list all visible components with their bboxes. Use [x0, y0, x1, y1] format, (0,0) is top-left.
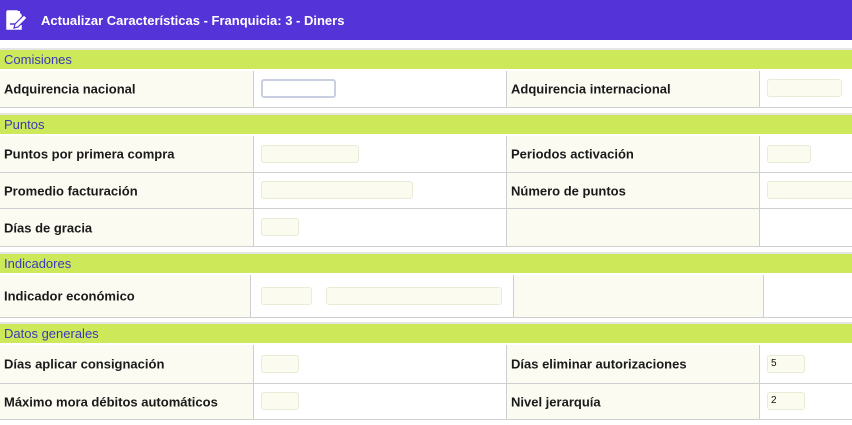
section-puntos: Puntos: [0, 113, 852, 134]
promedio-facturacion-input[interactable]: [261, 181, 413, 199]
nivel-jerarquia-input[interactable]: 2: [767, 392, 805, 410]
title-bar: Actualizar Características - Franquicia:…: [0, 0, 852, 40]
section-title: Puntos: [4, 117, 45, 132]
form-row: Promedio facturación Número de puntos: [0, 173, 852, 209]
form-row: Puntos por primera compra Periodos activ…: [0, 136, 852, 173]
field-value-cell: [253, 71, 506, 107]
empty-cell: [506, 209, 759, 246]
field-label-cell: Adquirencia internacional: [506, 71, 759, 107]
dias-eliminar-autorizaciones-input[interactable]: 5: [767, 355, 805, 373]
field-label-cell: Indicador económico: [0, 275, 250, 317]
edit-document-icon: [3, 6, 31, 34]
maximo-mora-label: Máximo mora débitos automáticos: [4, 394, 218, 409]
field-label-cell: Días de gracia: [0, 209, 253, 246]
form-row: Indicador económico: [0, 275, 852, 318]
empty-cell: [513, 275, 763, 317]
section-title: Comisiones: [4, 52, 72, 67]
promedio-facturacion-label: Promedio facturación: [4, 183, 138, 198]
form-row: Máximo mora débitos automáticos Nivel je…: [0, 384, 852, 420]
field-value-cell: [253, 173, 506, 208]
field-label-cell: Nivel jerarquía: [506, 384, 759, 419]
adquirencia-nacional-input[interactable]: [261, 79, 336, 98]
field-value-cell: [250, 275, 513, 317]
periodos-activacion-input[interactable]: [767, 145, 811, 163]
dias-aplicar-consignacion-label: Días aplicar consignación: [4, 356, 165, 372]
dias-aplicar-consignacion-input[interactable]: [261, 355, 299, 373]
field-label-cell: Máximo mora débitos automáticos: [0, 384, 253, 419]
section-title: Datos generales: [4, 326, 99, 341]
adquirencia-internacional-label: Adquirencia internacional: [511, 81, 671, 97]
field-value-cell: 5: [759, 345, 852, 383]
empty-cell: [763, 275, 852, 317]
field-label-cell: Promedio facturación: [0, 173, 253, 208]
dias-gracia-input[interactable]: [261, 218, 299, 236]
form-row: Adquirencia nacional Adquirencia interna…: [0, 71, 852, 108]
indicador-economico-description-input[interactable]: [326, 287, 502, 305]
field-value-cell: [253, 136, 506, 172]
field-value-cell: [253, 345, 506, 383]
section-title: Indicadores: [4, 256, 72, 271]
field-value-cell: [253, 384, 506, 419]
dias-gracia-label: Días de gracia: [4, 220, 93, 235]
page-title: Actualizar Características - Franquicia:…: [41, 12, 345, 28]
puntos-primera-compra-label: Puntos por primera compra: [4, 146, 175, 162]
field-value-cell: [759, 136, 852, 172]
form-row: Días aplicar consignación Días eliminar …: [0, 345, 852, 384]
adquirencia-internacional-input[interactable]: [767, 79, 842, 97]
field-value-cell: [759, 173, 852, 208]
field-label-cell: Número de puntos: [506, 173, 759, 208]
maximo-mora-input[interactable]: [261, 392, 299, 410]
nivel-jerarquia-label: Nivel jerarquía: [511, 394, 601, 409]
field-value-cell: 2: [759, 384, 852, 419]
indicador-economico-code-input[interactable]: [261, 287, 312, 305]
numero-puntos-label: Número de puntos: [511, 183, 626, 198]
empty-cell: [759, 209, 852, 246]
section-comisiones: Comisiones: [0, 48, 852, 69]
field-label-cell: Adquirencia nacional: [0, 71, 253, 107]
section-indicadores: Indicadores: [0, 252, 852, 273]
indicador-economico-label: Indicador económico: [4, 288, 135, 304]
puntos-primera-compra-input[interactable]: [261, 145, 359, 163]
section-datos-generales: Datos generales: [0, 322, 852, 343]
periodos-activacion-label: Periodos activación: [511, 146, 634, 162]
field-value-cell: [759, 71, 852, 107]
field-label-cell: Días eliminar autorizaciones: [506, 345, 759, 383]
field-value-cell: [253, 209, 506, 246]
dias-eliminar-autorizaciones-label: Días eliminar autorizaciones: [511, 356, 687, 372]
numero-puntos-input[interactable]: [767, 181, 852, 199]
adquirencia-nacional-label: Adquirencia nacional: [4, 81, 136, 97]
field-label-cell: Puntos por primera compra: [0, 136, 253, 172]
field-label-cell: Periodos activación: [506, 136, 759, 172]
field-label-cell: Días aplicar consignación: [0, 345, 253, 383]
form-row: Días de gracia: [0, 209, 852, 247]
